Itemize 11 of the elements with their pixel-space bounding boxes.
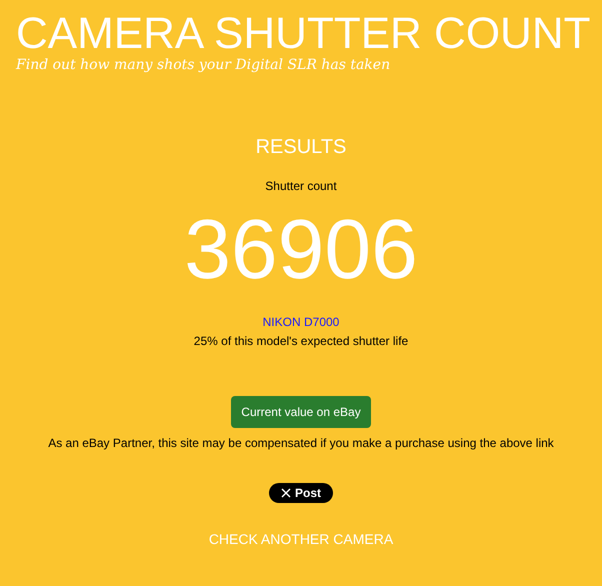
affiliate-disclaimer: As an eBay Partner, this site may be compensated if you make a purchase using the above link — [48, 436, 554, 450]
site-tagline: Find out how many shots your Digital SLR has taken — [16, 56, 392, 74]
ebay-value-button[interactable]: Current value on eBay — [231, 396, 371, 428]
x-logo-icon — [280, 488, 291, 498]
post-button[interactable]: Post — [268, 483, 333, 503]
shutter-life-note: 25% of this model's expected shutter life — [194, 334, 408, 348]
shutter-count-label: Shutter count — [265, 179, 337, 193]
site-title: CAMERA SHUTTER COUNT — [16, 10, 592, 58]
results-heading: RESULTS — [256, 136, 346, 159]
camera-model-link[interactable]: NIKON D7000 — [262, 315, 340, 329]
shutter-count-value: 36906 — [184, 201, 418, 297]
